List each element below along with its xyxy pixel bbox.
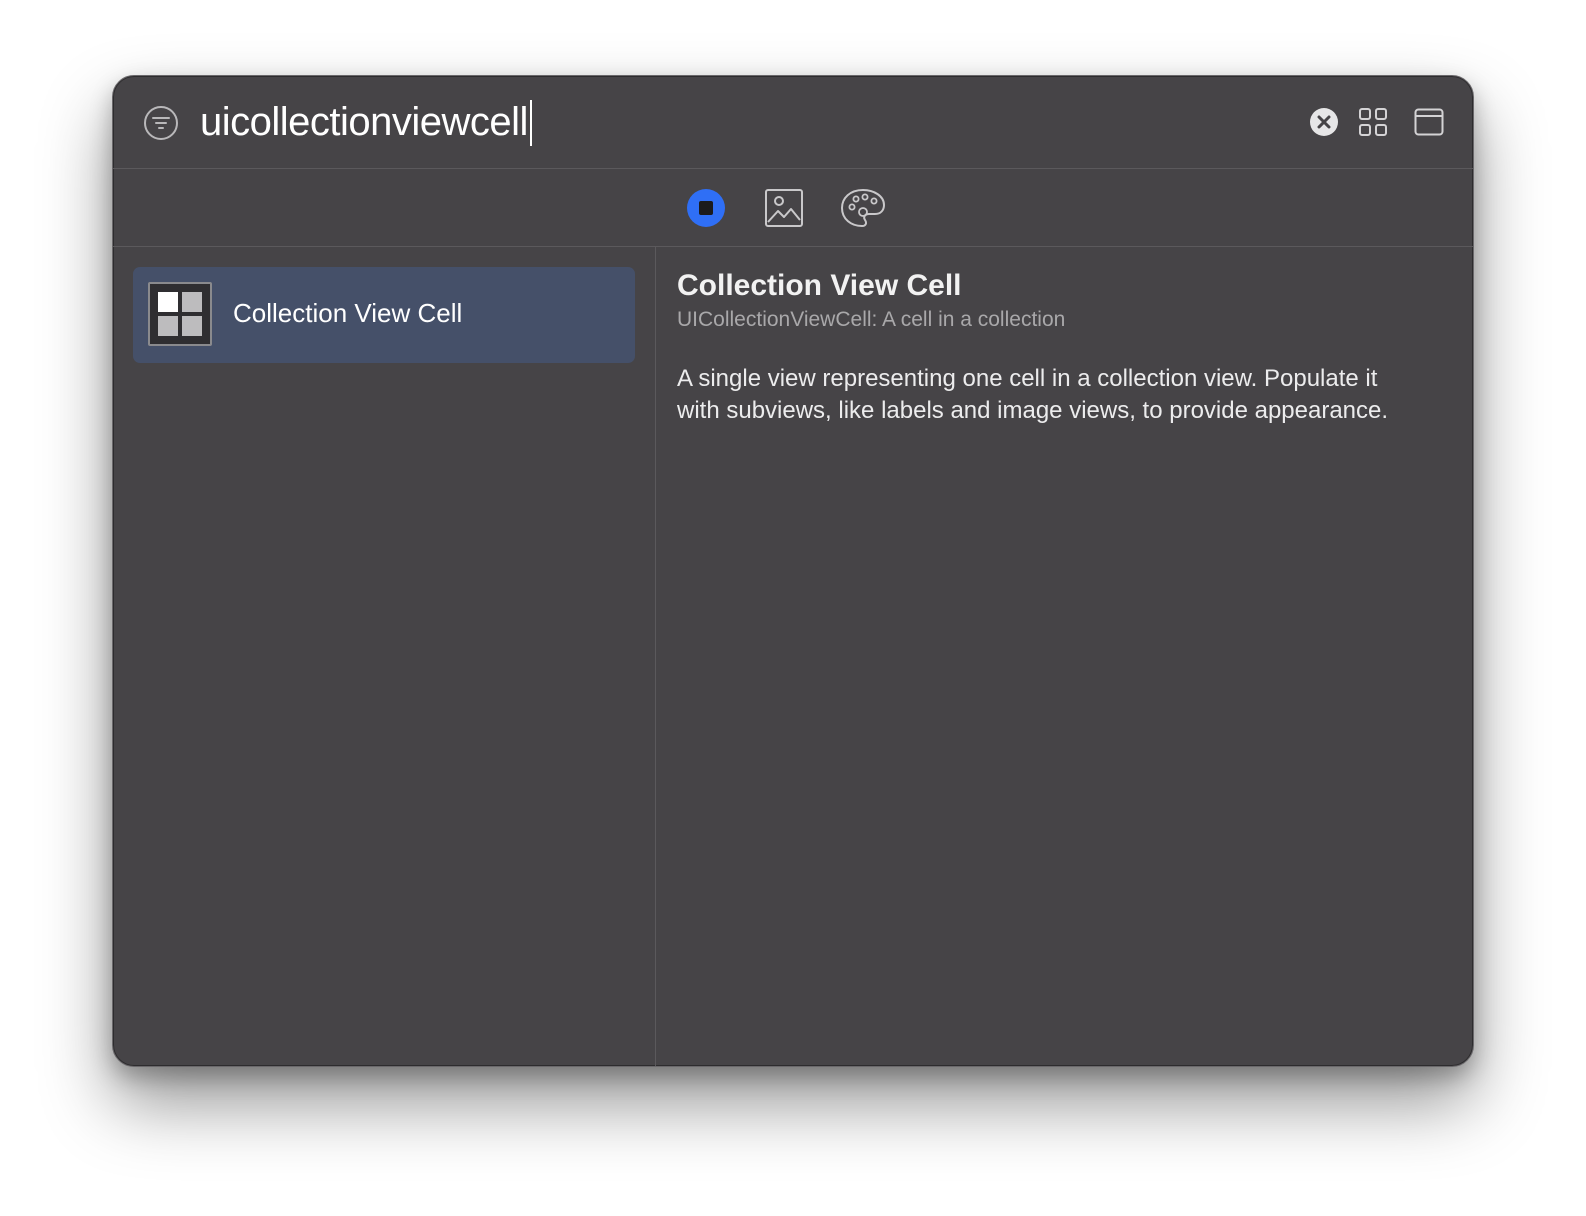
palette-icon <box>841 189 885 227</box>
objects-icon <box>687 189 725 227</box>
detail-title: Collection View Cell <box>677 269 962 302</box>
grid-view-icon[interactable] <box>1358 107 1388 137</box>
list-item[interactable]: Collection View Cell <box>133 267 635 363</box>
list-item-label: Collection View Cell <box>233 298 463 328</box>
detail-panel: Collection View Cell UICollectionViewCel… <box>657 247 1473 1066</box>
collection-view-cell-icon <box>148 282 212 346</box>
library-window: Collection View Cell Collection View Cel… <box>112 75 1474 1067</box>
detail-subtitle: UICollectionViewCell: A cell in a collec… <box>677 308 1066 331</box>
tab-objects[interactable] <box>684 186 728 230</box>
text-caret <box>530 100 532 146</box>
tab-media[interactable] <box>762 186 806 230</box>
clear-search-icon[interactable] <box>1309 107 1339 137</box>
image-icon <box>765 189 803 227</box>
library-tabs <box>113 169 1473 247</box>
results-list: Collection View Cell <box>113 247 656 1066</box>
search-input[interactable] <box>200 96 1260 148</box>
search-bar <box>113 76 1473 169</box>
tab-colors[interactable] <box>839 186 885 230</box>
detail-description: A single view representing one cell in a… <box>677 365 1389 424</box>
window-icon[interactable] <box>1414 107 1444 137</box>
filter-icon[interactable] <box>143 105 179 141</box>
